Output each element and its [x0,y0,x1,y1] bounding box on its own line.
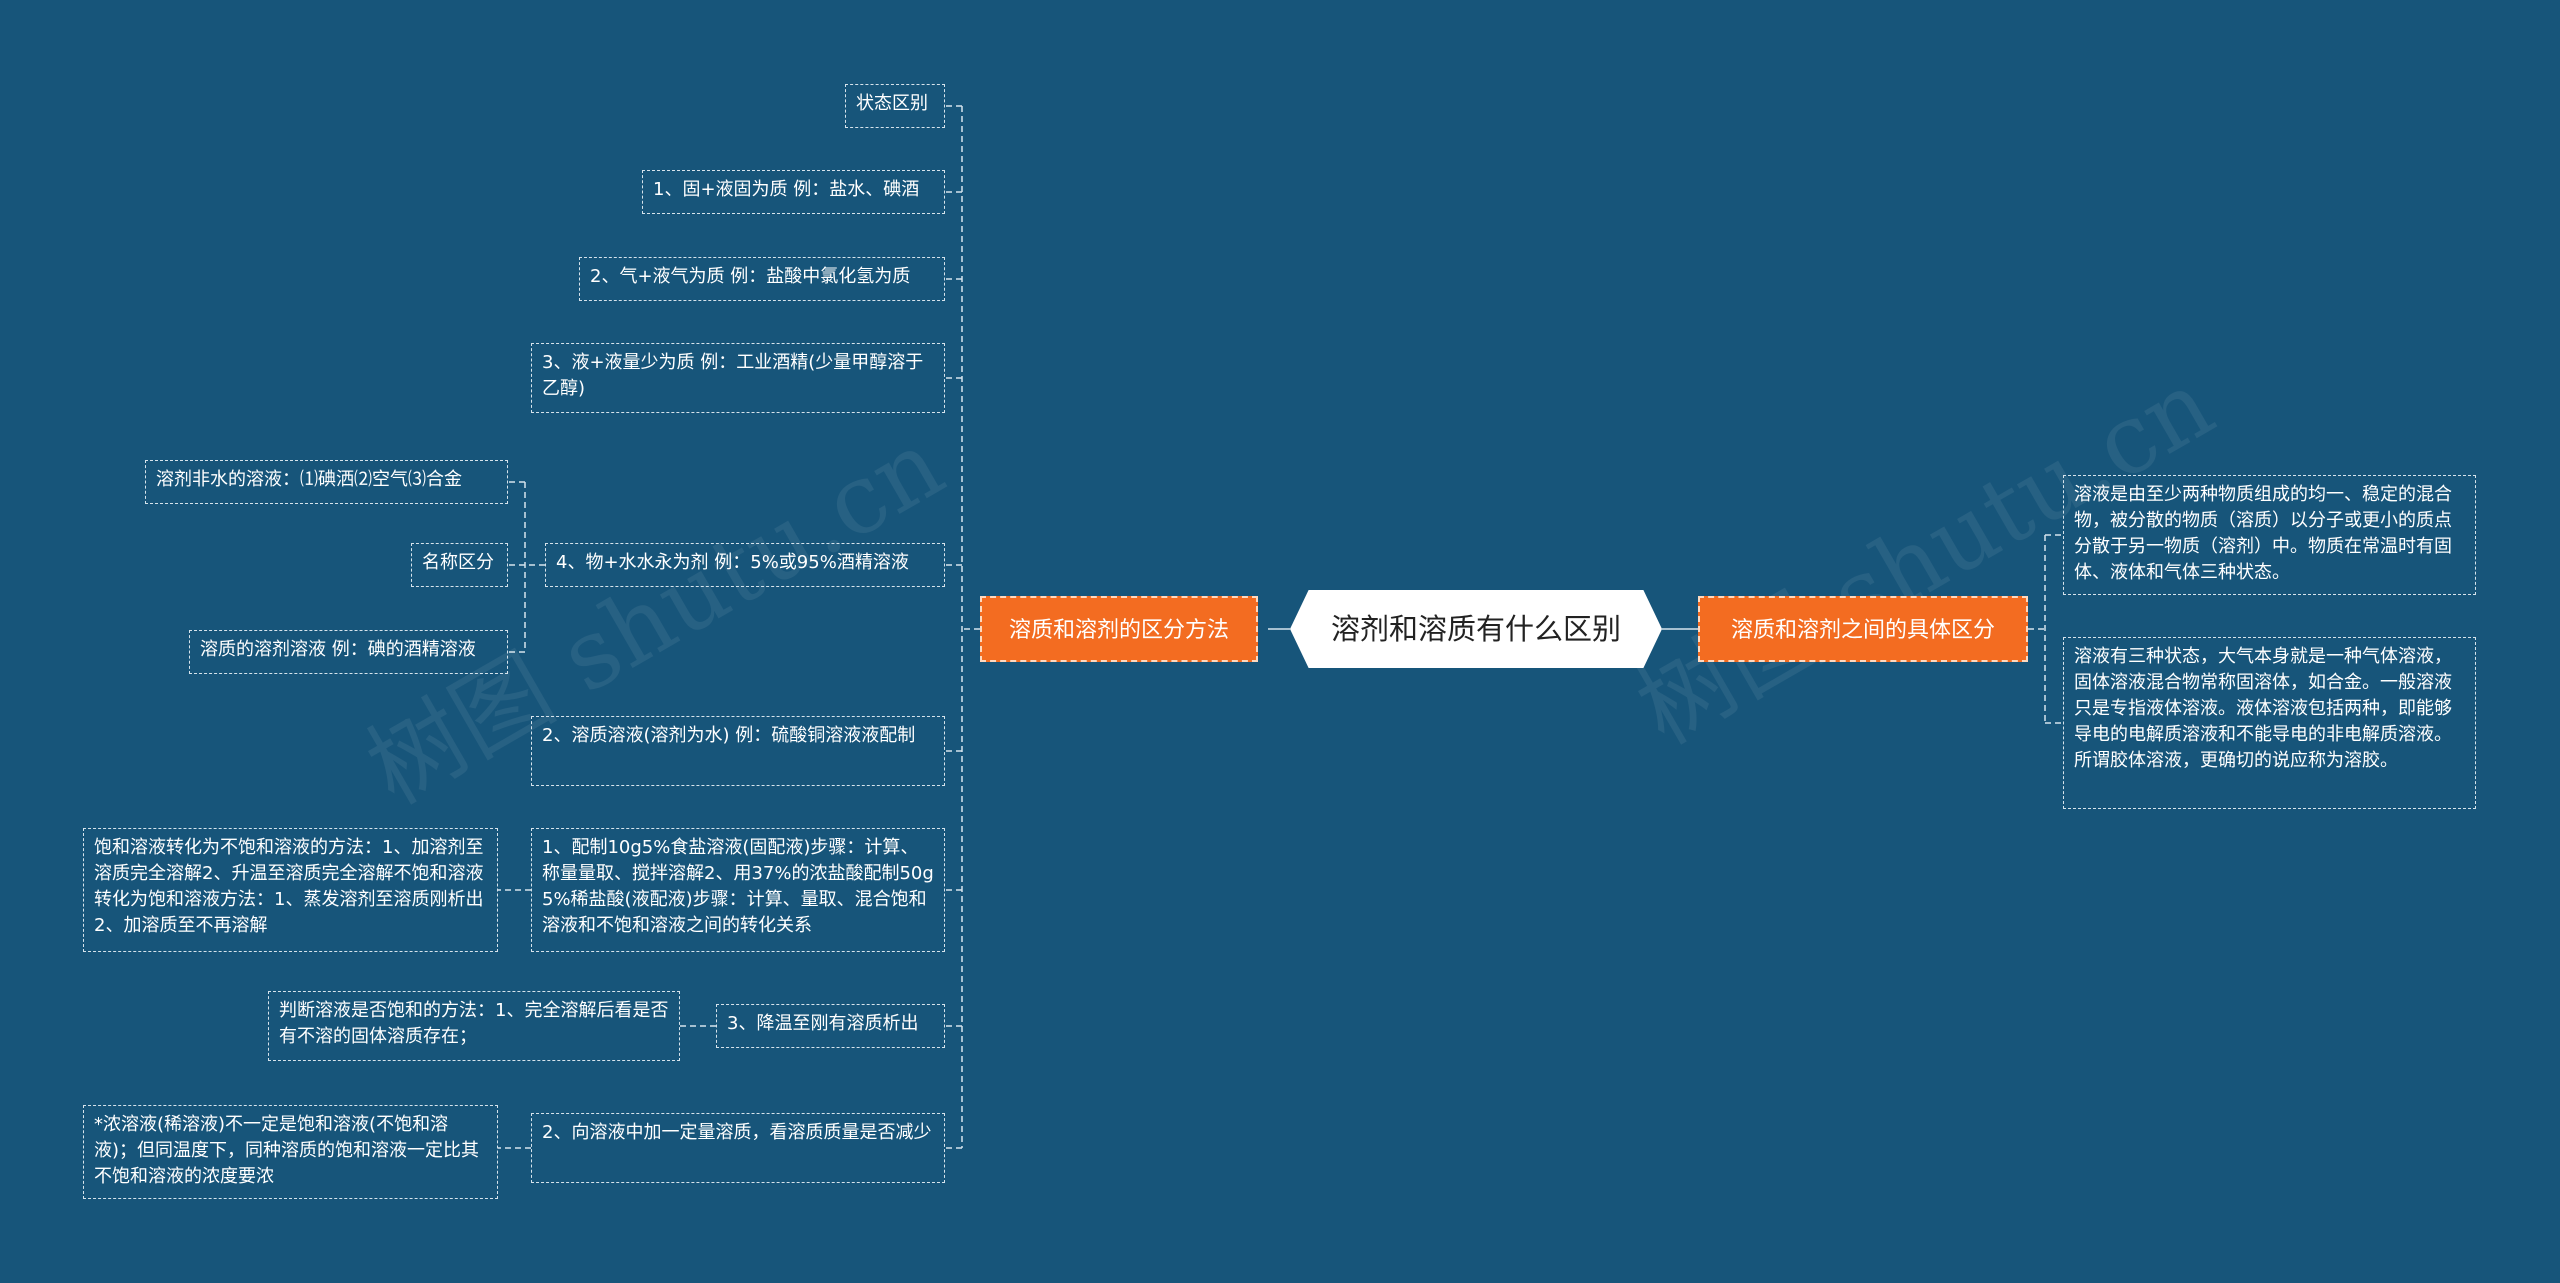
node-prep-steps[interactable]: 1、配制10g5%食盐溶液(固配液)步骤：计算、称量量取、搅拌溶解2、用37%的… [531,828,945,952]
node-cool[interactable]: 3、降温至刚有溶质析出 [716,1004,945,1048]
node-state-diff[interactable]: 状态区别 [845,84,945,128]
node-add-solute[interactable]: 2、向溶液中加一定量溶质，看溶质质量是否减少 [531,1113,945,1183]
node-solid-liquid[interactable]: 1、固+液固为质 例：盐水、碘酒 [642,170,945,214]
node-conversion[interactable]: 饱和溶液转化为不饱和溶液的方法：1、加溶剂至溶质完全溶解2、升温至溶质完全溶解不… [83,828,498,952]
node-name-diff[interactable]: 名称区分 [411,543,508,587]
node-concentration[interactable]: *浓溶液(稀溶液)不一定是饱和溶液(不饱和溶液)；但同温度下，同种溶质的饱和溶液… [83,1105,498,1199]
center-topic[interactable]: 溶剂和溶质有什么区别 [1290,590,1662,668]
node-def-solution[interactable]: 溶液是由至少两种物质组成的均一、稳定的混合物，被分散的物质（溶质）以分子或更小的… [2063,475,2476,595]
node-judge[interactable]: 判断溶液是否饱和的方法：1、完全溶解后看是否有不溶的固体溶质存在； [268,991,680,1061]
branch-right[interactable]: 溶质和溶剂之间的具体区分 [1698,596,2028,662]
node-gas-liquid[interactable]: 2、气+液气为质 例：盐酸中氯化氢为质 [579,257,945,301]
node-water-solvent[interactable]: 4、物+水水永为剂 例：5%或95%酒精溶液 [545,543,945,587]
node-solute-solution[interactable]: 2、溶质溶液(溶剂为水) 例：硫酸铜溶液液配制 [531,716,945,786]
node-three-states[interactable]: 溶液有三种状态，大气本身就是一种气体溶液，固体溶液混合物常称固溶体，如合金。一般… [2063,637,2476,809]
node-liquid-liquid[interactable]: 3、液+液量少为质 例：工业酒精(少量甲醇溶于乙醇) [531,343,945,413]
branch-left[interactable]: 溶质和溶剂的区分方法 [980,596,1258,662]
node-solute-solvent-name[interactable]: 溶质的溶剂溶液 例：碘的酒精溶液 [189,630,508,674]
node-non-water[interactable]: 溶剂非水的溶液：⑴碘洒⑵空气⑶合金 [145,460,508,504]
mind-map-canvas: 树图 shutu.cn 树图 shutu.cn 溶剂和溶质有什么区别 溶质和溶剂… [0,0,2560,1283]
